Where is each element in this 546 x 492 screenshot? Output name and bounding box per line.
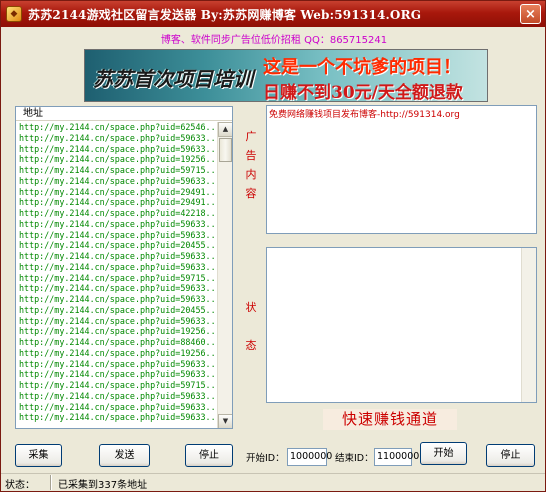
ad-content-label-char: 容 — [245, 187, 257, 200]
banner-headline: 这是一个不坑爹的项目！ — [263, 57, 461, 78]
list-item[interactable]: http://my.2144.cn/space.php?uid=59633... — [16, 144, 219, 155]
address-list-scrollbar[interactable]: ▲ ▼ — [217, 122, 232, 428]
list-item[interactable]: http://my.2144.cn/space.php?uid=42218... — [16, 208, 219, 219]
app-window: ◆ 苏苏2144游戏社区留言发送器 By:苏苏网赚博客 Web:591314.O… — [0, 0, 546, 492]
status-label-char: 态 — [245, 339, 257, 352]
banner-training-text: 苏苏首次项目培训 — [93, 67, 253, 91]
list-item[interactable]: http://my.2144.cn/space.php?uid=59633... — [16, 412, 219, 423]
ad-content-textarea[interactable]: 免费网络赚钱项目发布博客-http://591314.org — [266, 105, 537, 234]
list-item[interactable]: http://my.2144.cn/space.php?uid=20455... — [16, 240, 219, 251]
list-item[interactable]: http://my.2144.cn/space.php?uid=59633... — [16, 369, 219, 380]
list-item[interactable]: http://my.2144.cn/space.php?uid=59633... — [16, 316, 219, 327]
app-icon: ◆ — [6, 6, 22, 22]
list-item[interactable]: http://my.2144.cn/space.php?uid=19256... — [16, 154, 219, 165]
collect-button[interactable]: 采集 — [15, 444, 62, 467]
list-item[interactable]: http://my.2144.cn/space.php?uid=88460... — [16, 337, 219, 348]
stop-collect-button[interactable]: 停止 — [185, 444, 233, 467]
status-label-char: 状 — [245, 301, 257, 314]
promo-banner[interactable]: 苏苏首次项目培训 这是一个不坑爹的项目！ 日赚不到30元/天全额退款 — [84, 49, 488, 102]
title-bar[interactable]: ◆ 苏苏2144游戏社区留言发送器 By:苏苏网赚博客 Web:591314.O… — [1, 1, 545, 27]
list-item[interactable]: http://my.2144.cn/space.php?uid=59633... — [16, 219, 219, 230]
ad-content-label-char: 内 — [245, 168, 257, 181]
status-bar-label: 状态： — [5, 480, 35, 491]
scroll-up-icon[interactable]: ▲ — [218, 122, 232, 137]
window-title: 苏苏2144游戏社区留言发送器 By:苏苏网赚博客 Web:591314.ORG — [28, 7, 422, 22]
list-item[interactable]: http://my.2144.cn/space.php?uid=29491... — [16, 197, 219, 208]
list-item[interactable]: http://my.2144.cn/space.php?uid=59633... — [16, 391, 219, 402]
ad-content-text[interactable]: 免费网络赚钱项目发布博客-http://591314.org — [269, 107, 534, 120]
list-item[interactable]: http://my.2144.cn/space.php?uid=59715... — [16, 380, 219, 391]
list-item[interactable]: http://my.2144.cn/space.php?uid=59633... — [16, 359, 219, 370]
status-log-textarea[interactable] — [266, 247, 537, 403]
close-button[interactable]: × — [520, 4, 541, 24]
scroll-thumb[interactable] — [219, 138, 232, 162]
end-id-input[interactable]: 1100000 — [374, 448, 419, 466]
status-log-scrollbar[interactable] — [521, 248, 536, 402]
list-item[interactable]: http://my.2144.cn/space.php?uid=20455... — [16, 305, 219, 316]
start-id-label: 开始ID： — [246, 453, 285, 464]
banner-subheadline: 日赚不到30元/天全额退款 — [263, 83, 463, 102]
ad-rental-notice: 博客、软件同步广告位低价招租 QQ：865715241 — [160, 35, 388, 46]
start-button[interactable]: 开始 — [420, 442, 467, 465]
list-item[interactable]: http://my.2144.cn/space.php?uid=59633... — [16, 230, 219, 241]
list-item[interactable]: http://my.2144.cn/space.php?uid=62546... — [16, 122, 219, 133]
ad-content-label: 广告内容 — [244, 127, 258, 203]
list-item[interactable]: http://my.2144.cn/space.php?uid=19256... — [16, 348, 219, 359]
address-list-body[interactable]: http://my.2144.cn/space.php?uid=62546...… — [16, 122, 219, 428]
list-item[interactable]: http://my.2144.cn/space.php?uid=59715... — [16, 273, 219, 284]
list-item[interactable]: http://my.2144.cn/space.php?uid=59633... — [16, 133, 219, 144]
list-header-address[interactable]: 地址 — [16, 107, 232, 121]
fast-money-channel-link[interactable]: 快速赚钱通道 — [323, 409, 457, 430]
start-id-input[interactable]: 1000000 — [287, 448, 332, 466]
scroll-down-icon[interactable]: ▼ — [218, 414, 232, 428]
ad-content-label-char: 告 — [245, 149, 257, 162]
list-item[interactable]: http://my.2144.cn/space.php?uid=19256... — [16, 326, 219, 337]
list-item[interactable]: http://my.2144.cn/space.php?uid=59633... — [16, 283, 219, 294]
list-item[interactable]: http://my.2144.cn/space.php?uid=59633... — [16, 294, 219, 305]
end-id-label: 结束ID： — [335, 453, 374, 464]
list-item[interactable]: http://my.2144.cn/space.php?uid=59633... — [16, 402, 219, 413]
status-bar-text: 已采集到337条地址 — [58, 480, 148, 491]
ad-content-label-char: 广 — [245, 130, 257, 143]
list-item[interactable]: http://my.2144.cn/space.php?uid=59715... — [16, 165, 219, 176]
send-button[interactable]: 发送 — [99, 444, 150, 467]
status-bar-divider — [50, 475, 52, 490]
stop-send-button[interactable]: 停止 — [486, 444, 535, 467]
address-list[interactable]: 地址 http://my.2144.cn/space.php?uid=62546… — [15, 106, 233, 429]
status-label: 状态 — [244, 289, 258, 365]
list-item[interactable]: http://my.2144.cn/space.php?uid=59633... — [16, 251, 219, 262]
status-bar: 状态： 已采集到337条地址 — [1, 473, 545, 491]
list-item[interactable]: http://my.2144.cn/space.php?uid=29491... — [16, 187, 219, 198]
list-item[interactable]: http://my.2144.cn/space.php?uid=59633... — [16, 262, 219, 273]
list-item[interactable]: http://my.2144.cn/space.php?uid=59633... — [16, 176, 219, 187]
